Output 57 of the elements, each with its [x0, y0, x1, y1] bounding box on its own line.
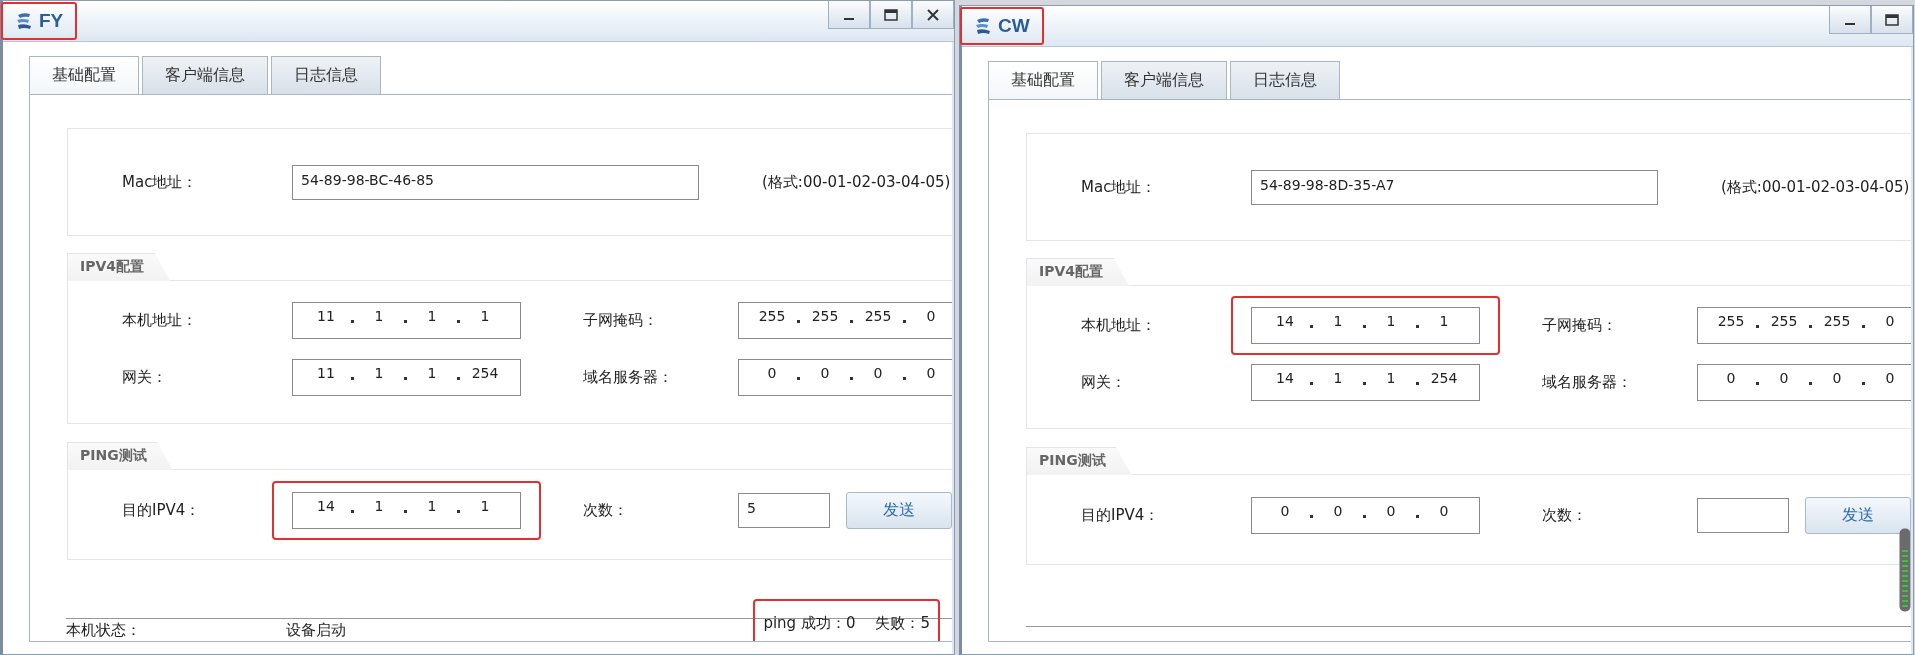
tab[interactable]: 基础配置	[988, 61, 1098, 99]
ip-field[interactable]: 255 255 255 0	[738, 302, 952, 339]
ip-field[interactable]: 11 1 1 254	[292, 359, 521, 396]
maximize-icon	[1885, 13, 1899, 26]
minimize-icon	[1844, 23, 1856, 25]
field-label: 本机地址：	[122, 311, 198, 330]
field-label: 次数：	[583, 501, 629, 520]
send-button[interactable]: 发送	[846, 492, 952, 529]
status-label: 本机状态：	[66, 620, 142, 640]
format-hint: (格式:00-01-02-03-04-05)	[1721, 177, 1910, 197]
field-label: 目的IPV4：	[1081, 506, 1161, 525]
field-label: 域名服务器：	[1542, 373, 1633, 392]
grip-icon[interactable]	[1899, 528, 1911, 612]
mac-field[interactable]: 54-89-98-BC-46-85	[292, 164, 699, 200]
minimize-icon	[843, 18, 855, 20]
send-button[interactable]: 发送	[1805, 497, 1911, 534]
format-hint: (格式:00-01-02-03-04-05)	[762, 172, 951, 192]
ip-field[interactable]: 0 0 0 0	[1251, 497, 1480, 534]
ip-field[interactable]: 255 255 255 0	[1697, 307, 1911, 344]
tab[interactable]: 基础配置	[29, 56, 139, 94]
tab[interactable]: 日志信息	[1230, 61, 1340, 99]
ip-field[interactable]: 0 0 0 0	[1697, 364, 1911, 401]
tab[interactable]: 客户端信息	[1101, 61, 1227, 99]
status-value: 设备启动	[286, 620, 347, 640]
field-label: 网关：	[122, 368, 168, 387]
maximize-button[interactable]	[870, 1, 912, 29]
field-label: Mac地址：	[122, 172, 199, 192]
ping-success-count: ping 成功：0	[763, 613, 856, 633]
tab[interactable]: 客户端信息	[142, 56, 268, 94]
field-label: 子网掩码：	[1542, 316, 1618, 335]
mac-field[interactable]: 54-89-98-8D-35-A7	[1251, 169, 1658, 205]
section-title: PING测试	[68, 442, 173, 470]
maximize-button[interactable]	[1871, 6, 1913, 34]
close-icon	[927, 8, 939, 21]
section-title: IPV4配置	[68, 253, 171, 281]
field-label: 网关：	[1081, 373, 1127, 392]
field-label: Mac地址：	[1081, 177, 1158, 197]
ping-failure-count: 失败：5	[875, 613, 930, 633]
count-field[interactable]: 5	[738, 493, 830, 528]
close-button[interactable]	[912, 1, 954, 29]
window-title: CW	[998, 15, 1030, 37]
ip-field[interactable]: 14 1 1 1	[292, 492, 521, 529]
count-field[interactable]	[1697, 498, 1789, 533]
field-label: 子网掩码：	[583, 311, 659, 330]
tab[interactable]: 日志信息	[271, 56, 381, 94]
ip-field[interactable]: 0 0 0 0	[738, 359, 952, 396]
section-title: IPV4配置	[1027, 258, 1130, 286]
maximize-icon	[884, 8, 898, 21]
ip-field[interactable]: 14 1 1 254	[1251, 364, 1480, 401]
section-title: PING测试	[1027, 447, 1132, 475]
field-label: 域名服务器：	[583, 368, 674, 387]
ip-field[interactable]: 11 1 1 1	[292, 302, 521, 339]
ip-field[interactable]: 14 1 1 1	[1251, 307, 1480, 344]
field-label: 目的IPV4：	[122, 501, 202, 520]
field-label: 次数：	[1542, 506, 1588, 525]
window-title: FY	[39, 10, 64, 32]
field-label: 本机地址：	[1081, 316, 1157, 335]
